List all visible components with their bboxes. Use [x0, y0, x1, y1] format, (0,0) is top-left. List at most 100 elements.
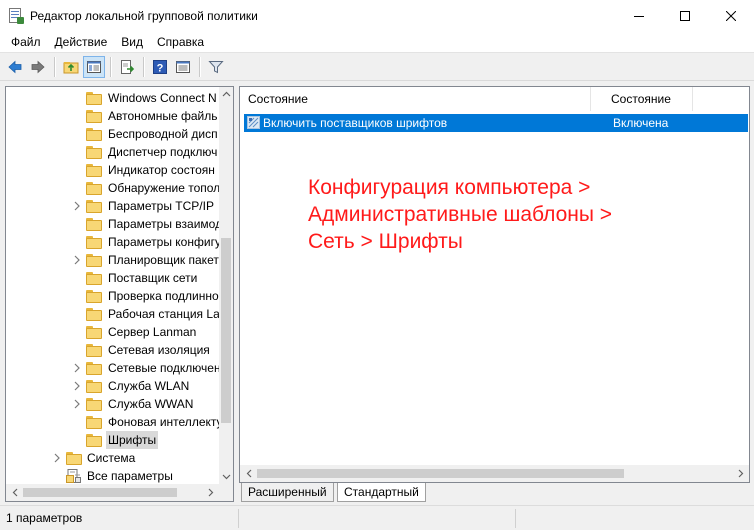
status-divider: [238, 509, 239, 528]
menu-bar: Файл Действие Вид Справка: [0, 31, 754, 53]
tree-item[interactable]: Windows Connect N: [6, 89, 219, 107]
column-header-setting[interactable]: Состояние: [240, 87, 591, 111]
folder-icon: [86, 110, 102, 123]
export-list-button[interactable]: [116, 56, 138, 78]
scroll-right-icon[interactable]: [732, 465, 749, 482]
folder-icon: [86, 164, 102, 177]
scroll-right-icon[interactable]: [202, 484, 219, 501]
filter-button[interactable]: [205, 56, 227, 78]
tree-label: Параметры взаимод: [108, 217, 219, 231]
tree-label: Сетевые подключен: [108, 361, 219, 375]
menu-action[interactable]: Действие: [48, 32, 115, 52]
maximize-button[interactable]: [662, 0, 708, 31]
tree-item[interactable]: Рабочая станция Lar: [6, 305, 219, 323]
tree-label: Поставщик сети: [108, 271, 198, 285]
list-item[interactable]: Включить поставщиков шрифтов Включена: [244, 114, 748, 132]
tree-pane[interactable]: Windows Connect N Автономные файль Беспров…: [5, 86, 234, 502]
scrollbar-corner: [219, 484, 233, 501]
column-header-state[interactable]: Состояние: [591, 87, 693, 111]
tab-standard[interactable]: Стандартный: [337, 483, 426, 502]
tree-item[interactable]: Сетевые подключен: [6, 359, 219, 377]
scroll-thumb[interactable]: [221, 238, 231, 423]
tree-vertical-scrollbar[interactable]: [219, 87, 233, 484]
minimize-icon: [634, 15, 644, 17]
properties-button[interactable]: [172, 56, 194, 78]
tree-label: Служба WWAN: [108, 397, 194, 411]
menu-view[interactable]: Вид: [114, 32, 150, 52]
tree-item[interactable]: Фоновая интеллекту: [6, 413, 219, 431]
folder-icon: [86, 272, 102, 285]
expand-chevron-icon[interactable]: [72, 381, 82, 391]
export-list-icon: [121, 60, 135, 74]
tree-item[interactable]: Служба WLAN: [6, 377, 219, 395]
tree-item[interactable]: Шрифты: [6, 431, 219, 449]
tree-item[interactable]: Планировщик пакет: [6, 251, 219, 269]
tree-item[interactable]: Индикатор состоян: [6, 161, 219, 179]
menu-help[interactable]: Справка: [150, 32, 211, 52]
tree-item[interactable]: Поставщик сети: [6, 269, 219, 287]
folder-icon: [86, 200, 102, 213]
folder-icon: [86, 146, 102, 159]
tree-label: Проверка подлинно: [108, 289, 219, 303]
scroll-left-icon[interactable]: [240, 465, 257, 482]
close-button[interactable]: [708, 0, 754, 31]
tree-label: Параметры конфигу: [108, 235, 219, 249]
header-divider: [240, 111, 749, 112]
window-title: Редактор локальной групповой политики: [30, 8, 258, 23]
up-folder-button[interactable]: [60, 56, 82, 78]
tree-label: Параметры TCP/IP: [108, 199, 214, 213]
tree-item[interactable]: Диспетчер подключ: [6, 143, 219, 161]
forward-icon: [31, 60, 45, 74]
folder-icon: [86, 416, 102, 429]
scroll-left-icon[interactable]: [6, 484, 23, 501]
tree-label: Беспроводной дисп: [108, 127, 218, 141]
expand-chevron-icon[interactable]: [72, 363, 82, 373]
tree-item[interactable]: Автономные файль: [6, 107, 219, 125]
scroll-thumb[interactable]: [23, 488, 177, 497]
back-button[interactable]: [4, 56, 26, 78]
folder-icon: [86, 128, 102, 141]
tree-item[interactable]: Параметры TCP/IP: [6, 197, 219, 215]
expand-chevron-icon[interactable]: [72, 201, 82, 211]
folder-icon: [86, 182, 102, 195]
scroll-up-icon[interactable]: [219, 87, 233, 101]
tree-label: Диспетчер подключ: [108, 145, 218, 159]
tree-item[interactable]: Беспроводной дисп: [6, 125, 219, 143]
tree-item-system[interactable]: Система: [6, 449, 219, 467]
back-icon: [8, 60, 22, 74]
forward-button[interactable]: [27, 56, 49, 78]
folder-icon: [86, 398, 102, 411]
folder-icon: [86, 254, 102, 267]
policy-setting-icon: [246, 115, 261, 130]
tree-label: Служба WLAN: [108, 379, 190, 393]
tree-item[interactable]: Параметры взаимод: [6, 215, 219, 233]
expand-chevron-icon[interactable]: [52, 453, 62, 463]
annotation-path-text: Конфигурация компьютера > Административн…: [308, 176, 613, 253]
scroll-thumb[interactable]: [257, 469, 624, 478]
tab-extended[interactable]: Расширенный: [241, 483, 334, 502]
settings-list-pane[interactable]: Состояние Состояние Включить поставщиков…: [239, 86, 750, 483]
tree-item[interactable]: Обнаружение топол: [6, 179, 219, 197]
help-button[interactable]: ?: [149, 56, 171, 78]
expand-chevron-icon[interactable]: [72, 255, 82, 265]
tree-item[interactable]: Сетевая изоляция: [6, 341, 219, 359]
view-tabs: Расширенный Стандартный: [239, 483, 750, 503]
menu-file[interactable]: Файл: [4, 32, 48, 52]
help-icon: ?: [153, 60, 167, 75]
list-horizontal-scrollbar[interactable]: [240, 465, 749, 482]
tree-item[interactable]: Проверка подлинно: [6, 287, 219, 305]
up-folder-icon: [63, 62, 79, 74]
tree-item[interactable]: Служба WWAN: [6, 395, 219, 413]
tree-label: Фоновая интеллекту: [108, 415, 219, 429]
folder-icon: [86, 218, 102, 231]
expand-chevron-icon[interactable]: [72, 399, 82, 409]
folder-icon: [86, 308, 102, 321]
tree-horizontal-scrollbar[interactable]: [6, 484, 219, 501]
tree-item[interactable]: Параметры конфигу: [6, 233, 219, 251]
tree-item[interactable]: Сервер Lanman: [6, 323, 219, 341]
minimize-button[interactable]: [616, 0, 662, 31]
window-controls: [616, 0, 754, 31]
scroll-down-icon[interactable]: [219, 470, 233, 484]
tree-item-all-settings[interactable]: Все параметры: [6, 467, 219, 485]
show-hide-tree-button[interactable]: [83, 56, 105, 78]
